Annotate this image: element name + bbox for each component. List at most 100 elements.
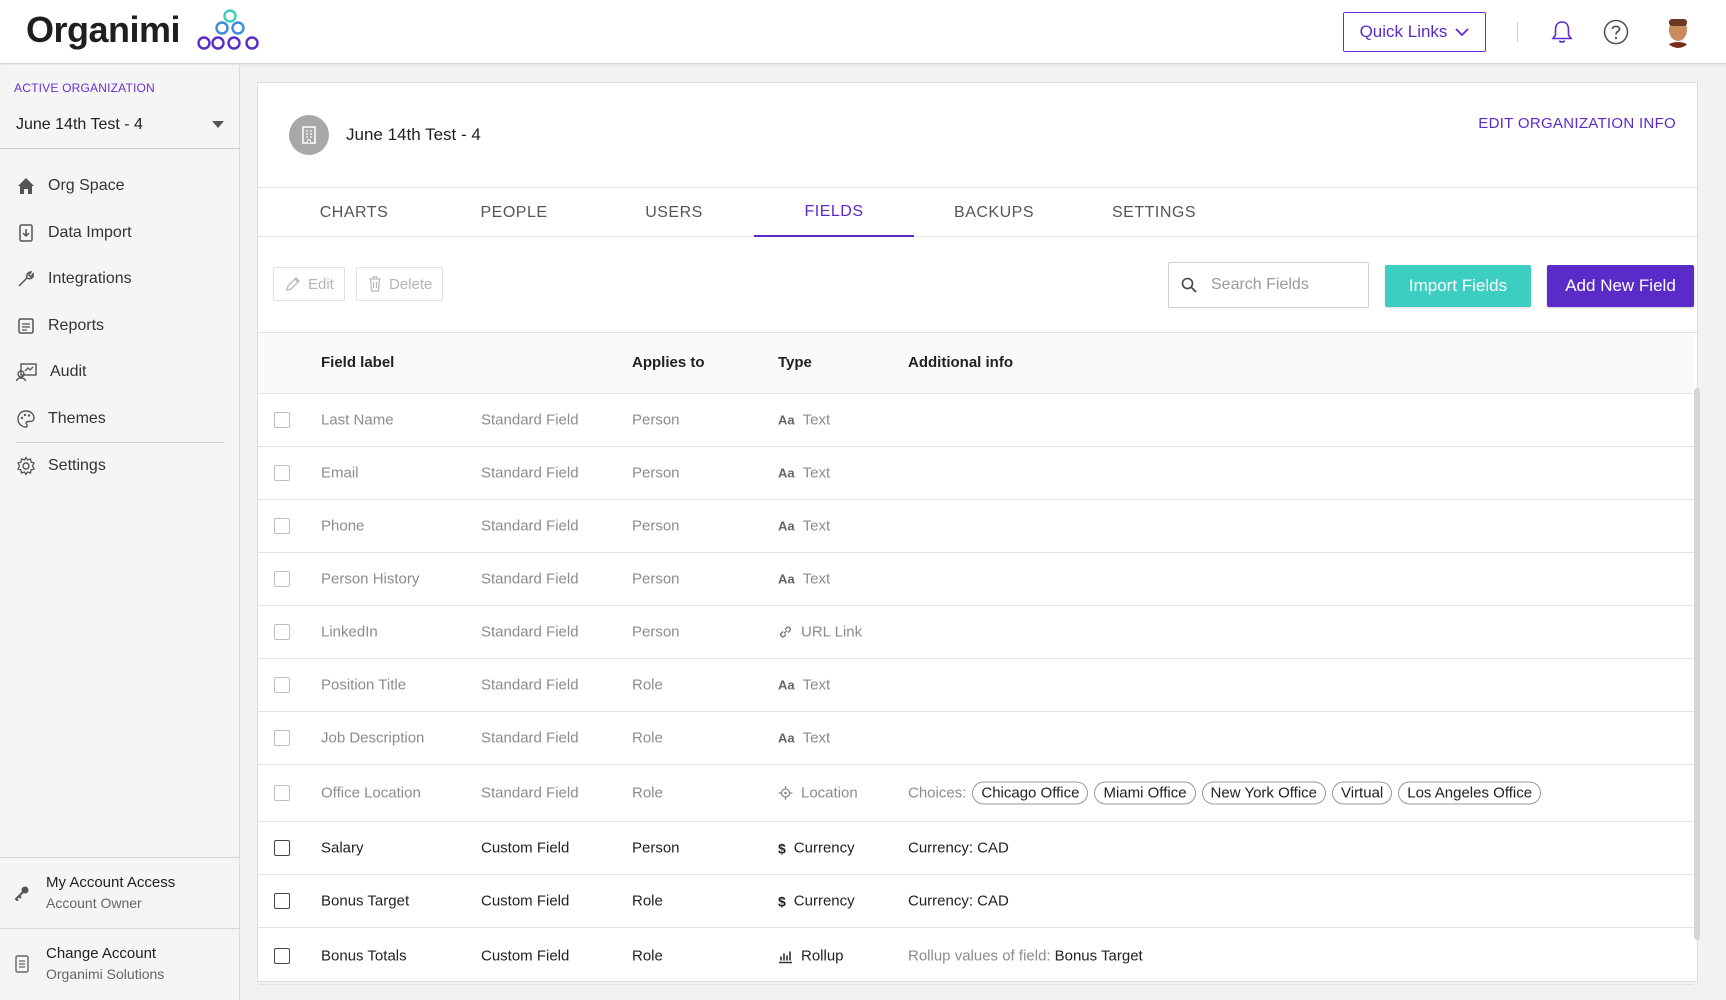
row-checkbox[interactable] — [274, 677, 290, 693]
audit-icon — [16, 363, 37, 382]
my-account-access[interactable]: My Account Access Account Owner — [0, 857, 240, 927]
sidebar-item-settings[interactable]: Settings — [0, 443, 240, 490]
field-type: Aa Text — [778, 730, 830, 747]
tab-people[interactable]: PEOPLE — [434, 188, 594, 237]
table-row[interactable]: Person History Standard Field Person Aa T… — [258, 553, 1694, 606]
sidebar-item-data-import[interactable]: Data Import — [0, 210, 240, 257]
field-applies-to: Person — [632, 839, 680, 857]
building-icon — [289, 115, 329, 155]
choice-chip: Los Angeles Office — [1398, 781, 1542, 805]
top-bar: Organimi Quick Links — [0, 0, 1726, 64]
bell-icon[interactable] — [1551, 19, 1573, 45]
sidebar-item-audit[interactable]: Audit — [0, 349, 240, 396]
active-org-value: June 14th Test - 4 — [16, 115, 143, 133]
table-row[interactable]: Bonus Target Custom Field Role $ Currency… — [258, 875, 1694, 928]
field-applies-to: Role — [632, 729, 663, 747]
field-type: Aa Text — [778, 518, 830, 535]
document-icon — [15, 954, 29, 973]
search-fields-input[interactable] — [1211, 276, 1361, 294]
field-kind: Custom Field — [481, 839, 570, 857]
change-account[interactable]: Change Account Organimi Solutions — [0, 928, 240, 998]
row-checkbox[interactable] — [274, 518, 290, 534]
row-checkbox[interactable] — [274, 412, 290, 428]
table-row[interactable]: Office Location Standard Field Role Loca… — [258, 765, 1694, 822]
user-avatar[interactable] — [1664, 16, 1692, 48]
field-label: Office Location — [321, 784, 421, 802]
sidebar: ACTIVE ORGANIZATION June 14th Test - 4 O… — [0, 65, 240, 1000]
field-applies-to: Role — [632, 676, 663, 694]
sidebar-item-themes[interactable]: Themes — [0, 396, 240, 443]
header-field-label[interactable]: Field label — [321, 354, 394, 371]
header-additional-info[interactable]: Additional info — [908, 354, 1013, 371]
tab-users[interactable]: USERS — [594, 188, 754, 237]
change-account-org: Organimi Solutions — [46, 966, 165, 982]
choice-chip: Miami Office — [1094, 781, 1196, 805]
sidebar-item-reports[interactable]: Reports — [0, 303, 240, 350]
row-checkbox[interactable] — [274, 948, 290, 964]
delete-button[interactable]: Delete — [356, 267, 444, 301]
field-applies-to: Person — [632, 411, 680, 429]
table-row[interactable]: Email Standard Field Person Aa Text — [258, 447, 1694, 500]
edit-button[interactable]: Edit — [273, 267, 345, 301]
table-row[interactable]: Phone Standard Field Person Aa Text — [258, 500, 1694, 553]
active-org-select[interactable]: June 14th Test - 4 — [0, 101, 240, 149]
tab-charts[interactable]: CHARTS — [274, 188, 434, 237]
tab-bar: CHARTS PEOPLE USERS FIELDS BACKUPS SETTI… — [258, 188, 1697, 237]
link-icon — [779, 626, 792, 638]
sidebar-item-label: Org Space — [48, 177, 125, 195]
text-icon: Aa — [778, 412, 795, 428]
table-header: Field label Applies to Type Additional i… — [258, 333, 1694, 394]
table-row[interactable]: Salary Custom Field Person $ Currency Cur… — [258, 822, 1694, 875]
table-scrollbar[interactable] — [1694, 388, 1700, 940]
row-checkbox[interactable] — [274, 840, 290, 856]
table-row[interactable]: LinkedIn Standard Field Person URL Link — [258, 606, 1694, 659]
header-type[interactable]: Type — [778, 354, 812, 371]
field-type-label: Text — [802, 570, 831, 588]
field-label: Salary — [321, 839, 364, 857]
sidebar-item-label: Settings — [48, 457, 106, 475]
account-access-role: Account Owner — [46, 895, 142, 911]
gear-icon — [17, 456, 35, 477]
field-type: Aa Text — [778, 571, 830, 588]
row-checkbox[interactable] — [274, 730, 290, 746]
sidebar-item-org-space[interactable]: Org Space — [0, 163, 240, 210]
table-row[interactable]: Job Description Standard Field Role Aa Te… — [258, 712, 1694, 765]
change-account-title: Change Account — [46, 945, 157, 962]
field-applies-to: Person — [632, 517, 680, 535]
field-label: Bonus Target — [321, 892, 410, 910]
row-checkbox[interactable] — [274, 785, 290, 801]
quick-links-button[interactable]: Quick Links — [1343, 12, 1486, 52]
tab-fields[interactable]: FIELDS — [754, 188, 914, 237]
table-row[interactable]: Position Title Standard Field Role Aa Tex… — [258, 659, 1694, 712]
topbar-divider — [1517, 22, 1518, 42]
organimi-logo[interactable]: Organimi — [26, 8, 266, 52]
table-row[interactable]: Last Name Standard Field Person Aa Text — [258, 394, 1694, 447]
sidebar-item-integrations[interactable]: Integrations — [0, 256, 240, 303]
header-applies-to[interactable]: Applies to — [632, 354, 705, 371]
tab-settings[interactable]: SETTINGS — [1074, 188, 1234, 237]
add-new-field-button[interactable]: Add New Field — [1547, 265, 1694, 307]
trash-icon — [369, 276, 381, 292]
row-checkbox[interactable] — [274, 624, 290, 640]
rollup-info-prefix: Rollup values of field: — [908, 947, 1051, 965]
table-row[interactable]: Bonus Totals Custom Field Role Rollup Ro… — [258, 928, 1694, 985]
search-icon — [1181, 277, 1197, 293]
field-kind: Custom Field — [481, 892, 570, 910]
field-label: Job Description — [321, 729, 425, 747]
import-fields-button[interactable]: Import Fields — [1385, 265, 1531, 307]
field-label: Position Title — [321, 676, 407, 694]
edit-organization-info-link[interactable]: EDIT ORGANIZATION INFO — [1478, 115, 1676, 132]
field-type-label: Text — [802, 517, 831, 535]
location-icon — [778, 786, 793, 800]
help-icon[interactable] — [1603, 19, 1629, 45]
rollup-icon — [779, 951, 792, 964]
active-org-label: ACTIVE ORGANIZATION — [14, 81, 155, 95]
field-label: Last Name — [321, 411, 394, 429]
tab-backups[interactable]: BACKUPS — [914, 188, 1074, 237]
row-checkbox[interactable] — [274, 893, 290, 909]
field-additional-info: Currency: CAD — [908, 839, 1009, 857]
row-checkbox[interactable] — [274, 571, 290, 587]
field-type-label: Location — [801, 784, 858, 802]
row-checkbox[interactable] — [274, 465, 290, 481]
choice-chip: Chicago Office — [972, 781, 1089, 805]
